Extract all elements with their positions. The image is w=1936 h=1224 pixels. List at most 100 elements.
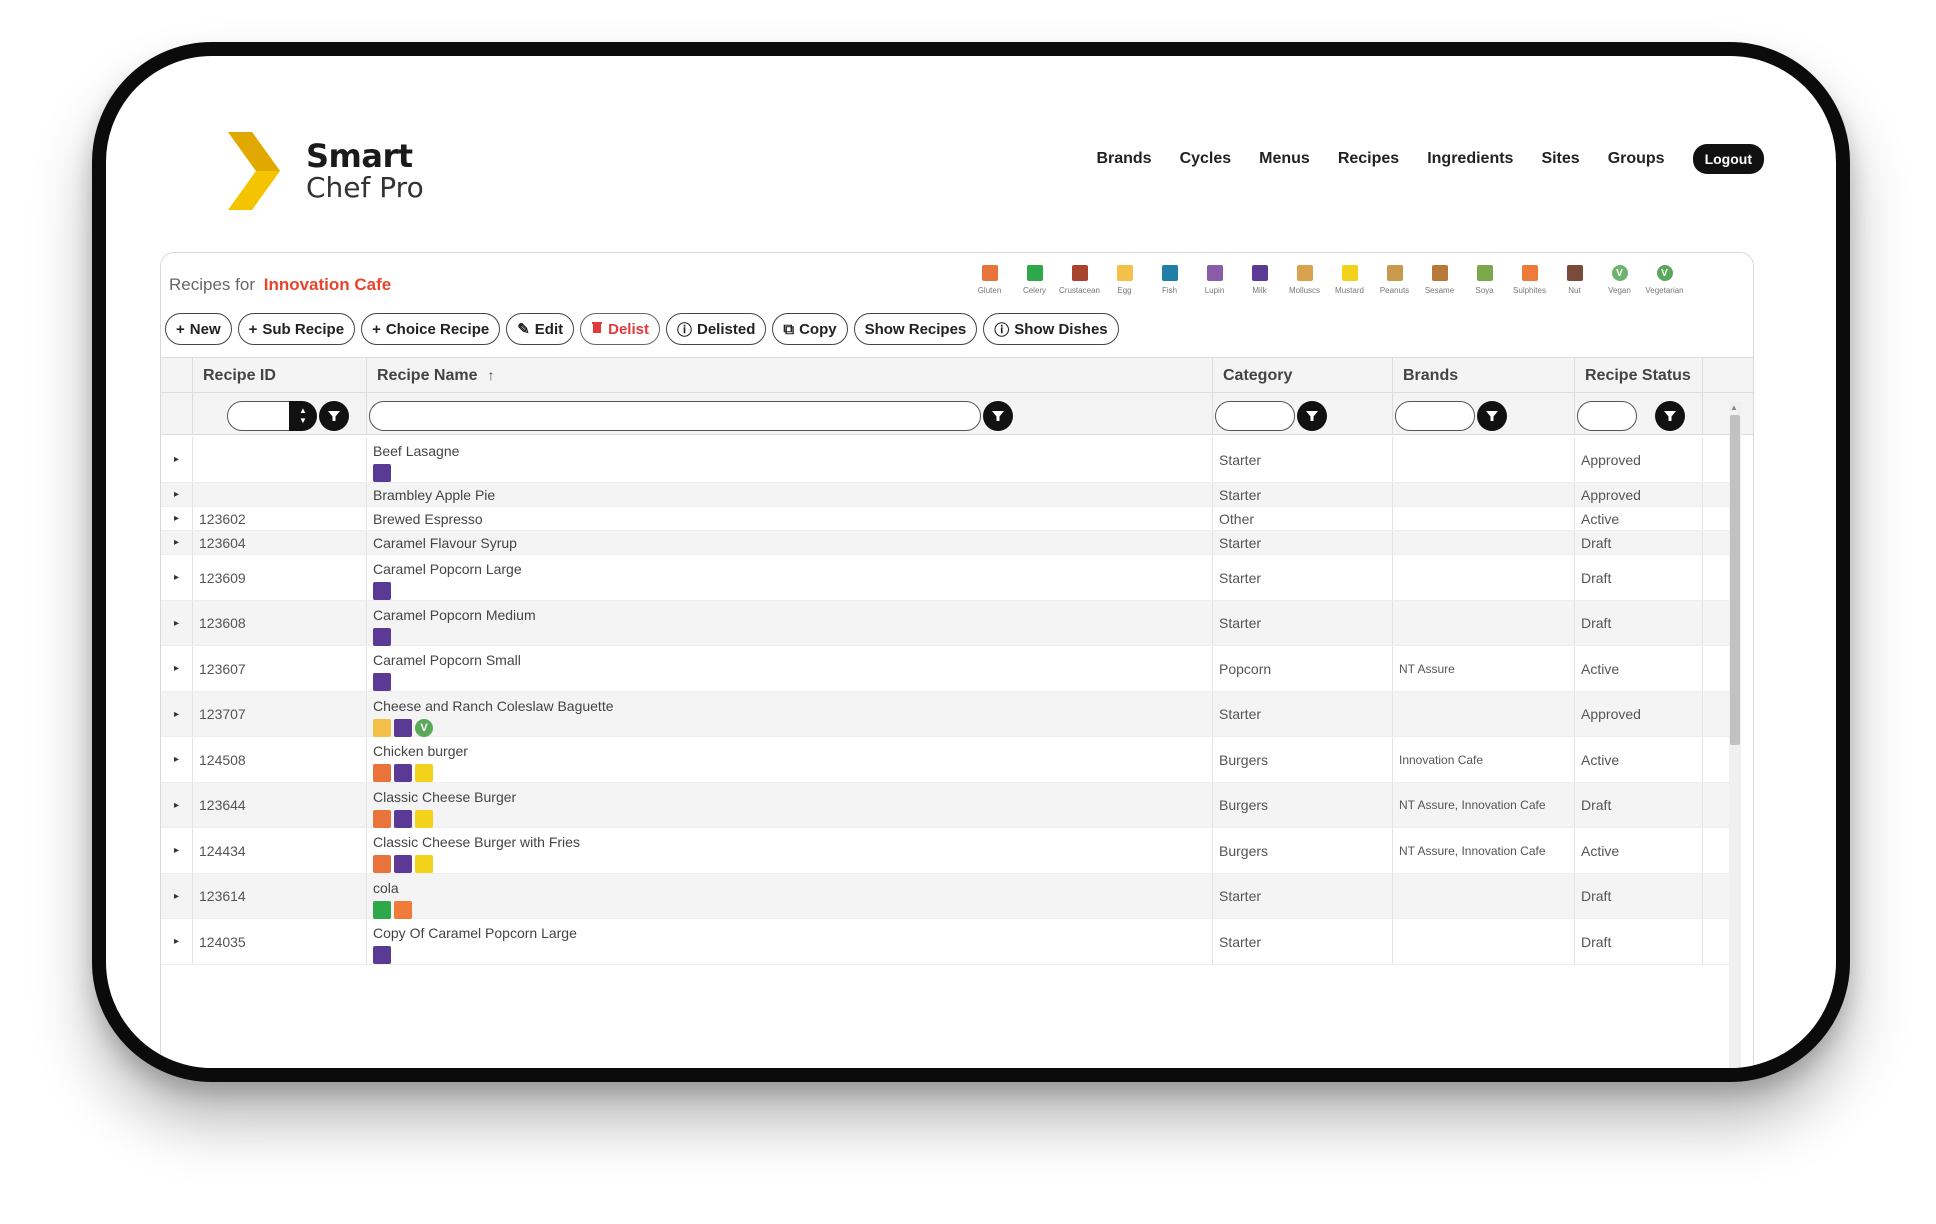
- table-row[interactable]: ▸ 123609 Caramel Popcorn Large Starter Draft: [161, 555, 1729, 601]
- table-row[interactable]: ▸ 124508 Chicken burger Burgers Innovation C…: [161, 737, 1729, 783]
- cell-brands: [1393, 919, 1575, 964]
- allergen-label: Vegan: [1608, 286, 1631, 295]
- cell-status: Draft: [1575, 783, 1703, 827]
- logo[interactable]: Smart Chef Pro: [224, 128, 424, 214]
- recipe-id-stepper[interactable]: ▲ ▼: [289, 401, 317, 431]
- status-filter-button[interactable]: [1655, 401, 1685, 431]
- table-row[interactable]: ▸ 123644 Classic Cheese Burger Burgers NT As…: [161, 783, 1729, 828]
- trash-icon: [591, 320, 603, 338]
- delist-button[interactable]: Delist: [580, 313, 660, 345]
- scrollbar-thumb[interactable]: [1730, 415, 1740, 745]
- allergen-label: Vegetarian: [1645, 286, 1684, 295]
- celery-icon: [1026, 265, 1043, 281]
- nav-ingredients[interactable]: Ingredients: [1427, 150, 1513, 168]
- recipe-name-text: cola: [373, 880, 399, 896]
- nav-sites[interactable]: Sites: [1541, 150, 1579, 168]
- cell-recipe-name: Cheese and Ranch Coleslaw Baguette V: [367, 692, 1213, 737]
- allergen-molluscs: Molluscs: [1282, 265, 1327, 295]
- milk-icon: [373, 582, 391, 600]
- egg-icon: [1116, 265, 1133, 281]
- row-expand-toggle[interactable]: ▸: [161, 483, 193, 506]
- nav-cycles[interactable]: Cycles: [1180, 150, 1232, 168]
- row-expand-toggle[interactable]: ▸: [161, 737, 193, 782]
- row-expand-toggle[interactable]: ▸: [161, 828, 193, 873]
- nav-groups[interactable]: Groups: [1608, 150, 1665, 168]
- row-expand-toggle[interactable]: ▸: [161, 507, 193, 530]
- brands-filter-button[interactable]: [1477, 401, 1507, 431]
- gluten-icon: [373, 810, 391, 828]
- allergen-label: Lupin: [1204, 286, 1225, 295]
- table-row[interactable]: ▸ 123608 Caramel Popcorn Medium Starter Draf…: [161, 601, 1729, 646]
- new-button[interactable]: + New: [165, 313, 232, 345]
- header-brands[interactable]: Brands: [1393, 358, 1575, 392]
- filter-spacer: [161, 393, 193, 434]
- cell-brands: NT Assure, Innovation Cafe: [1393, 783, 1575, 827]
- cell-recipe-id: 124035: [193, 919, 367, 964]
- allergen-soya: Soya: [1462, 265, 1507, 295]
- milk-icon: [373, 464, 391, 482]
- cell-status: Approved: [1575, 692, 1703, 736]
- allergen-label: Milk: [1252, 286, 1267, 295]
- nav-brands[interactable]: Brands: [1096, 150, 1151, 168]
- table-row[interactable]: ▸ 123607 Caramel Popcorn Small Popcorn NT As…: [161, 646, 1729, 692]
- row-expand-toggle[interactable]: ▸: [161, 874, 193, 918]
- row-expand-toggle[interactable]: ▸: [161, 692, 193, 736]
- cell-recipe-name: Chicken burger: [367, 737, 1213, 782]
- table-row[interactable]: ▸ 123602 Brewed Espresso Other Active: [161, 507, 1729, 531]
- recipe-id-filter-input[interactable]: [227, 401, 291, 431]
- allergen-mustard: Mustard: [1327, 265, 1372, 295]
- cell-status: Active: [1575, 507, 1703, 530]
- recipe-name-filter-input[interactable]: [369, 401, 981, 431]
- choice-recipe-button[interactable]: + Choice Recipe: [361, 313, 501, 345]
- row-expand-toggle[interactable]: ▸: [161, 646, 193, 691]
- recipe-name-text: Copy Of Caramel Popcorn Large: [373, 925, 577, 941]
- toolbar: + New + Sub Recipe + Choice Recipe ✎ Edit De…: [165, 313, 1119, 345]
- row-expand-toggle[interactable]: ▸: [161, 919, 193, 964]
- grid-scrollbar[interactable]: ▲: [1729, 401, 1741, 1068]
- milk-icon: [394, 719, 412, 737]
- brands-filter-input[interactable]: [1395, 401, 1475, 431]
- category-filter-input[interactable]: [1215, 401, 1295, 431]
- table-row[interactable]: ▸ 124035 Copy Of Caramel Popcorn Large Star…: [161, 919, 1729, 965]
- row-expand-toggle[interactable]: ▸: [161, 783, 193, 827]
- mustard-icon: [415, 810, 433, 828]
- table-row[interactable]: ▸ 123707 Cheese and Ranch Coleslaw Baguett…: [161, 692, 1729, 737]
- cell-brands: NT Assure: [1393, 646, 1575, 691]
- delisted-button[interactable]: ⓘ Delisted: [665, 313, 767, 345]
- header-recipe-id[interactable]: Recipe ID: [193, 358, 367, 392]
- header-category[interactable]: Category: [1213, 358, 1393, 392]
- table-row[interactable]: ▸ Brambley Apple Pie Starter Approved: [161, 483, 1729, 507]
- logo-chef-pro: Chef Pro: [306, 171, 424, 204]
- show-dishes-button[interactable]: ⓘ Show Dishes: [983, 313, 1119, 345]
- logo-chevron-icon: [224, 128, 294, 214]
- allergen-sesame: Sesame: [1417, 265, 1462, 295]
- status-filter-input[interactable]: [1577, 401, 1637, 431]
- row-expand-toggle[interactable]: ▸: [161, 531, 193, 554]
- row-expand-toggle[interactable]: ▸: [161, 555, 193, 600]
- nav-recipes[interactable]: Recipes: [1338, 150, 1399, 168]
- cell-recipe-name: Caramel Popcorn Large: [367, 555, 1213, 600]
- table-row[interactable]: ▸ 124434 Classic Cheese Burger with Fries B…: [161, 828, 1729, 874]
- category-filter-button[interactable]: [1297, 401, 1327, 431]
- cell-status: Draft: [1575, 601, 1703, 645]
- cell-status: Draft: [1575, 919, 1703, 964]
- table-row[interactable]: ▸ 123604 Caramel Flavour Syrup Starter Draft: [161, 531, 1729, 555]
- lupin-icon: [1206, 265, 1223, 281]
- row-expand-toggle[interactable]: ▸: [161, 437, 193, 482]
- cell-recipe-name: Caramel Popcorn Medium: [367, 601, 1213, 646]
- header-recipe-status[interactable]: Recipe Status: [1575, 358, 1703, 392]
- show-recipes-button[interactable]: Show Recipes: [853, 313, 978, 345]
- cell-category: Starter: [1213, 555, 1393, 600]
- row-expand-toggle[interactable]: ▸: [161, 601, 193, 645]
- sub-recipe-button[interactable]: + Sub Recipe: [237, 313, 356, 345]
- table-row[interactable]: ▸ 123614 cola Starter Draft: [161, 874, 1729, 919]
- recipe-name-filter-button[interactable]: [983, 401, 1013, 431]
- copy-button[interactable]: ⧉ Copy: [772, 313, 848, 345]
- cell-category: Burgers: [1213, 828, 1393, 873]
- table-row[interactable]: ▸ Beef Lasagne Starter Approved: [161, 437, 1729, 483]
- recipe-id-filter-button[interactable]: [319, 401, 349, 431]
- edit-button[interactable]: ✎ Edit: [506, 313, 575, 345]
- logout-button[interactable]: Logout: [1692, 144, 1764, 174]
- nav-menus[interactable]: Menus: [1259, 150, 1310, 168]
- header-recipe-name[interactable]: Recipe Name ↑: [367, 358, 1213, 392]
